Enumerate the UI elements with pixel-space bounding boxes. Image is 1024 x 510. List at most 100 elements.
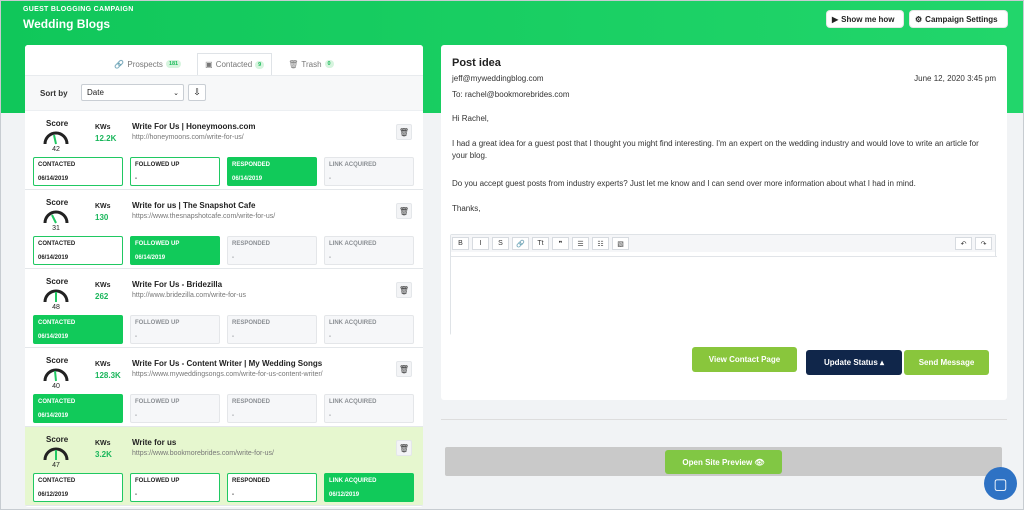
- status-contacted[interactable]: CONTACTED 06/14/2019: [33, 315, 123, 344]
- numbered-list-button[interactable]: ☷: [592, 237, 609, 250]
- score-label: Score: [46, 277, 69, 286]
- bulleted-list-button[interactable]: ☰: [572, 237, 589, 250]
- play-circle-icon: ▶: [832, 14, 839, 24]
- prospect-title[interactable]: Write For Us - Bridezilla: [132, 280, 222, 289]
- status-link-acquired[interactable]: LINK ACQUIRED -: [324, 394, 414, 423]
- redo-button[interactable]: ↷: [975, 237, 992, 250]
- prospect-row[interactable]: Score 40 KWs 128.3K Write For Us - Conte…: [25, 348, 423, 427]
- trash-icon: 🗑: [398, 364, 410, 374]
- trash-button[interactable]: 🗑: [396, 361, 412, 377]
- status-link-acquired[interactable]: LINK ACQUIRED -: [324, 315, 414, 344]
- prospect-title[interactable]: Write for us | The Snapshot Cafe: [132, 201, 255, 210]
- undo-button[interactable]: ↶: [955, 237, 972, 250]
- prospect-row[interactable]: Score 31 KWs 130 Write for us | The Snap…: [25, 190, 423, 269]
- message-body-input[interactable]: [451, 256, 997, 335]
- status-responded[interactable]: RESPONDED -: [227, 473, 317, 502]
- kws-value: 130: [95, 213, 109, 222]
- score-value: 40: [52, 383, 60, 390]
- trash-button[interactable]: 🗑: [396, 440, 412, 456]
- send-message-button[interactable]: Send Message: [904, 350, 989, 375]
- trash-button[interactable]: 🗑: [396, 282, 412, 298]
- message-panel: Post idea jeff@myweddingblog.com To: rac…: [441, 45, 1007, 400]
- sort-select[interactable]: Date ⌄: [81, 84, 184, 101]
- link-icon: 🔗: [114, 59, 125, 69]
- prospect-title[interactable]: Write for us: [132, 438, 176, 447]
- status-contacted[interactable]: CONTACTED 06/14/2019: [33, 157, 123, 186]
- bold-button[interactable]: B: [452, 237, 469, 250]
- status-link-acquired[interactable]: LINK ACQUIRED -: [324, 236, 414, 265]
- message-paragraph-2: Do you accept guest posts from industry …: [452, 179, 916, 188]
- prospect-url[interactable]: https://www.bookmorebrides.com/write-for…: [132, 450, 274, 457]
- score-value: 47: [52, 462, 60, 469]
- sender-email: jeff@myweddingblog.com: [452, 74, 544, 83]
- tab-prospects[interactable]: 🔗 Prospects 181: [107, 53, 188, 75]
- strikethrough-button[interactable]: S: [492, 237, 509, 250]
- campaign-label: GUEST BLOGGING CAMPAIGN: [23, 6, 134, 13]
- status-followed-up[interactable]: FOLLOWED UP 06/14/2019: [130, 236, 220, 265]
- prospect-row[interactable]: Score 42 KWs 12.2K Write For Us | Honeym…: [25, 111, 423, 190]
- prospect-tabs: 🔗 Prospects 181 ▣ Contacted 9 🗑 Trash 0: [25, 45, 423, 76]
- prospect-row[interactable]: Score 48 KWs 262 Write For Us - Bridezil…: [25, 269, 423, 348]
- update-status-button[interactable]: Update Status ▴: [806, 350, 902, 375]
- score-label: Score: [46, 356, 69, 365]
- status-contacted[interactable]: CONTACTED 06/12/2019: [33, 473, 123, 502]
- prospect-url[interactable]: http://www.bridezilla.com/write-for-us: [132, 292, 246, 299]
- score-gauge-icon: [43, 289, 69, 303]
- prospect-row-selected[interactable]: Score 47 KWs 3.2K Write for us https://w…: [25, 427, 423, 506]
- prospect-url[interactable]: http://honeymoons.com/write-for-us/: [132, 134, 244, 141]
- link-button[interactable]: 🔗: [512, 237, 529, 250]
- campaign-settings-button[interactable]: ⚙ Campaign Settings: [910, 11, 1007, 27]
- status-followed-up[interactable]: FOLLOWED UP -: [130, 394, 220, 423]
- chevron-down-icon: ⌄: [173, 90, 179, 97]
- status-responded[interactable]: RESPONDED -: [227, 315, 317, 344]
- kws-value: 12.2K: [95, 134, 117, 143]
- trash-count-badge: 0: [324, 60, 334, 68]
- kws-value: 3.2K: [95, 450, 112, 459]
- status-responded[interactable]: RESPONDED -: [227, 236, 317, 265]
- prospect-url[interactable]: https://www.thesnapshotcafe.com/write-fo…: [132, 213, 275, 220]
- show-me-how-button[interactable]: ▶ Show me how: [827, 11, 903, 27]
- kws-value: 128.3K: [95, 371, 121, 380]
- score-label: Score: [46, 119, 69, 128]
- status-link-acquired[interactable]: LINK ACQUIRED 06/12/2019: [324, 473, 414, 502]
- recipient-email: To: rachel@bookmorebrides.com: [452, 90, 570, 99]
- campaign-title: Wedding Blogs: [23, 17, 111, 31]
- prospect-title[interactable]: Write For Us | Honeymoons.com: [132, 122, 255, 131]
- sort-toolbar: Sort by Date ⌄ ⇩: [25, 76, 423, 111]
- score-gauge-icon: [43, 210, 69, 224]
- status-responded[interactable]: RESPONDED -: [227, 394, 317, 423]
- message-editor: B I S 🔗 Tt ❞ ☰ ☷ ▧ ↶ ↷: [450, 234, 997, 335]
- post-title: Post idea: [452, 57, 501, 69]
- contacted-count-badge: 9: [255, 60, 265, 69]
- quote-button[interactable]: ❞: [552, 237, 569, 250]
- tab-contacted[interactable]: ▣ Contacted 9: [197, 53, 273, 75]
- score-gauge-icon: [43, 447, 69, 461]
- chat-bubble-icon: ▢: [993, 475, 1008, 493]
- prospect-url[interactable]: https://www.myweddingsongs.com/write-for…: [132, 371, 323, 378]
- message-closing: Thanks,: [452, 204, 481, 213]
- view-contact-page-button[interactable]: View Contact Page: [692, 347, 797, 372]
- italic-button[interactable]: I: [472, 237, 489, 250]
- kws-label: KWs: [95, 440, 111, 447]
- heading-button[interactable]: Tt: [532, 237, 549, 250]
- image-button[interactable]: ▧: [612, 237, 629, 250]
- editor-toolbar: B I S 🔗 Tt ❞ ☰ ☷ ▧ ↶ ↷: [451, 235, 995, 252]
- status-contacted[interactable]: CONTACTED 06/14/2019: [33, 394, 123, 423]
- status-contacted[interactable]: CONTACTED 06/14/2019: [33, 236, 123, 265]
- trash-button[interactable]: 🗑: [396, 203, 412, 219]
- chat-launcher-button[interactable]: ▢: [984, 467, 1017, 500]
- score-label: Score: [46, 435, 69, 444]
- download-button[interactable]: ⇩: [188, 84, 206, 101]
- kws-label: KWs: [95, 203, 111, 210]
- trash-button[interactable]: 🗑: [396, 124, 412, 140]
- tab-trash[interactable]: 🗑 Trash 0: [281, 53, 340, 75]
- status-followed-up[interactable]: FOLLOWED UP -: [130, 315, 220, 344]
- status-link-acquired[interactable]: LINK ACQUIRED -: [324, 157, 414, 186]
- status-responded[interactable]: RESPONDED 06/14/2019: [227, 157, 317, 186]
- prospect-title[interactable]: Write For Us - Content Writer | My Weddi…: [132, 359, 322, 368]
- message-greeting: Hi Rachel,: [452, 114, 489, 123]
- status-followed-up[interactable]: FOLLOWED UP -: [130, 473, 220, 502]
- score-label: Score: [46, 198, 69, 207]
- status-followed-up[interactable]: FOLLOWED UP -: [130, 157, 220, 186]
- open-site-preview-button[interactable]: Open Site Preview 👁: [665, 450, 782, 474]
